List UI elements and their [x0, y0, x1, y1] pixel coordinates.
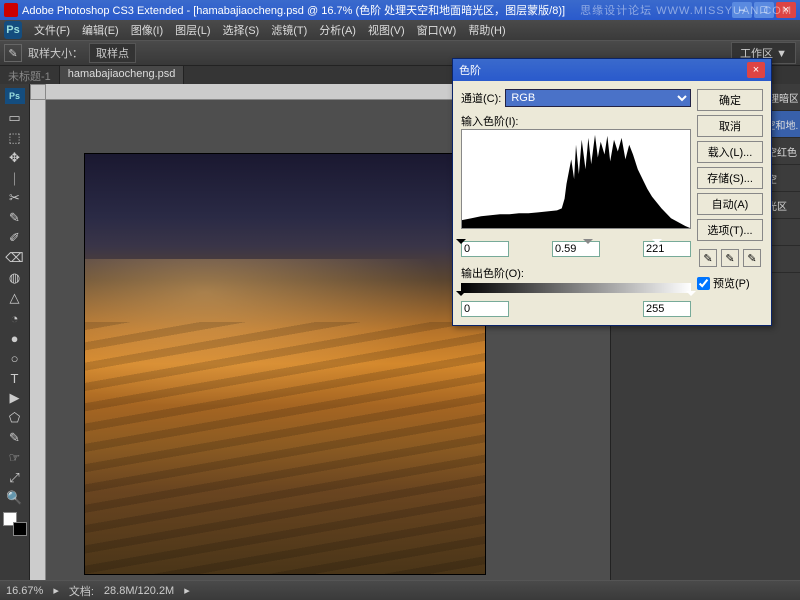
output-slider-track[interactable]: [461, 283, 691, 293]
ok-button[interactable]: 确定: [697, 89, 763, 111]
options-button[interactable]: 选项(T)...: [697, 219, 763, 241]
tool-16[interactable]: ✎: [4, 428, 26, 448]
tool-19[interactable]: 🔍: [4, 488, 26, 508]
preview-checkbox[interactable]: [697, 277, 710, 290]
doc-tab-0[interactable]: 未标题-1: [0, 66, 60, 84]
chevron-right-icon[interactable]: ▸: [53, 584, 59, 597]
save-button[interactable]: 存储(S)...: [697, 167, 763, 189]
levels-dialog: 色阶 × 通道(C): RGB 输入色阶(I):: [452, 58, 772, 326]
channel-select[interactable]: RGB: [505, 89, 691, 107]
gamma-slider[interactable]: [583, 239, 593, 249]
dialog-title-bar[interactable]: 色阶 ×: [453, 59, 771, 81]
tool-5[interactable]: ✎: [4, 208, 26, 228]
channel-label: 通道(C):: [461, 90, 501, 106]
menu-help[interactable]: 帮助(H): [462, 20, 511, 40]
menu-window[interactable]: 窗口(W): [411, 20, 463, 40]
toolbox-header-icon: Ps: [5, 88, 25, 104]
menu-edit[interactable]: 编辑(E): [76, 20, 125, 40]
tool-7[interactable]: ⌫: [4, 248, 26, 268]
dialog-close-button[interactable]: ×: [747, 62, 765, 78]
output-levels-label: 输出色阶(O):: [461, 265, 691, 281]
preview-label: 预览(P): [713, 275, 750, 291]
input-white-field[interactable]: [643, 241, 691, 257]
toolbox: Ps ▭⬚✥｜✂✎✐⌫◍△◔●○T▶⬠✎☞⤢🔍: [0, 84, 30, 580]
menu-filter[interactable]: 滤镜(T): [265, 20, 313, 40]
tool-15[interactable]: ⬠: [4, 408, 26, 428]
tool-6[interactable]: ✐: [4, 228, 26, 248]
white-point-slider[interactable]: [652, 239, 662, 249]
tool-1[interactable]: ⬚: [4, 128, 26, 148]
ps-logo-icon: Ps: [4, 21, 22, 39]
menu-bar: Ps 文件(F) 编辑(E) 图像(I) 图层(L) 选择(S) 滤镜(T) 分…: [0, 20, 800, 40]
output-white-field[interactable]: [643, 301, 691, 317]
tool-13[interactable]: T: [4, 368, 26, 388]
tool-3[interactable]: ｜: [4, 168, 26, 188]
ruler-vertical: [30, 100, 46, 580]
tool-0[interactable]: ▭: [4, 108, 26, 128]
histogram: [461, 129, 691, 229]
tool-18[interactable]: ⤢: [4, 468, 26, 488]
tool-4[interactable]: ✂: [4, 188, 26, 208]
ruler-corner: [30, 84, 46, 100]
background-color[interactable]: [13, 522, 27, 536]
load-button[interactable]: 载入(L)...: [697, 141, 763, 163]
tool-14[interactable]: ▶: [4, 388, 26, 408]
eyedropper-black-icon[interactable]: ✎: [699, 249, 717, 267]
sample-size-dropdown[interactable]: 取样点: [89, 43, 136, 63]
eyedropper-gray-icon[interactable]: ✎: [721, 249, 739, 267]
auto-button[interactable]: 自动(A): [697, 193, 763, 215]
zoom-level[interactable]: 16.67%: [6, 585, 43, 597]
doc-size-value: 28.8M/120.2M: [104, 585, 174, 597]
input-black-field[interactable]: [461, 241, 509, 257]
cancel-button[interactable]: 取消: [697, 115, 763, 137]
sample-size-label: 取样大小：: [28, 45, 83, 61]
menu-analysis[interactable]: 分析(A): [313, 20, 362, 40]
tool-10[interactable]: ◔: [4, 308, 26, 328]
input-gamma-field[interactable]: [552, 241, 600, 257]
black-point-slider[interactable]: [456, 239, 466, 249]
eyedropper-white-icon[interactable]: ✎: [743, 249, 761, 267]
histogram-chart: [462, 130, 690, 228]
menu-file[interactable]: 文件(F): [28, 20, 76, 40]
status-bar: 16.67% ▸ 文档: 28.8M/120.2M ▸: [0, 580, 800, 600]
output-black-slider[interactable]: [456, 291, 466, 301]
doc-size-label: 文档:: [69, 583, 94, 599]
input-levels-label: 输入色阶(I):: [461, 113, 691, 129]
chevron-right-icon[interactable]: ▸: [184, 584, 190, 597]
output-white-slider[interactable]: [686, 291, 696, 301]
menu-image[interactable]: 图像(I): [125, 20, 169, 40]
tool-2[interactable]: ✥: [4, 148, 26, 168]
tool-11[interactable]: ●: [4, 328, 26, 348]
tool-8[interactable]: ◍: [4, 268, 26, 288]
dialog-title: 色阶: [459, 62, 481, 78]
watermark: 思缘设计论坛 WWW.MISSYUAN.COM: [580, 2, 792, 18]
eyedropper-indicator: ✎: [4, 44, 22, 62]
tool-12[interactable]: ○: [4, 348, 26, 368]
tool-9[interactable]: △: [4, 288, 26, 308]
output-black-field[interactable]: [461, 301, 509, 317]
input-slider-track[interactable]: [461, 231, 691, 233]
menu-layer[interactable]: 图层(L): [169, 20, 216, 40]
menu-select[interactable]: 选择(S): [217, 20, 266, 40]
doc-tab-1[interactable]: hamabajiaocheng.psd: [60, 66, 185, 84]
menu-view[interactable]: 视图(V): [362, 20, 411, 40]
app-icon: [4, 3, 18, 17]
document-canvas[interactable]: [85, 154, 485, 574]
color-swatches[interactable]: [3, 512, 27, 536]
tool-17[interactable]: ☞: [4, 448, 26, 468]
